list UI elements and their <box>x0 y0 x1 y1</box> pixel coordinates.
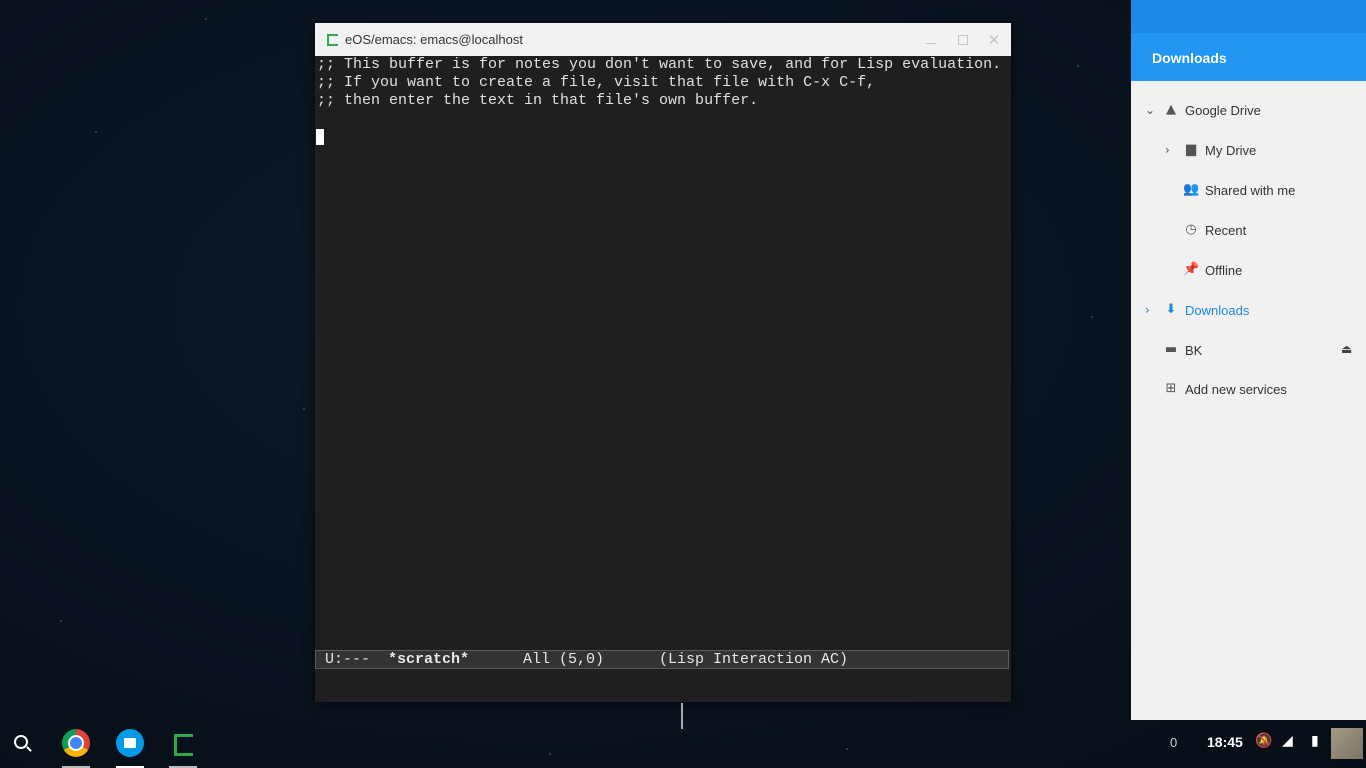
modeline-status: U:--- <box>325 651 371 668</box>
drive-icon: ▲ <box>1166 102 1176 117</box>
chevron-right-icon[interactable]: › <box>1145 303 1150 317</box>
chrome-icon <box>62 729 90 757</box>
battery-icon[interactable]: ▮ <box>1311 733 1319 749</box>
eject-icon[interactable]: ⏏ <box>1341 342 1352 356</box>
maximize-icon[interactable] <box>953 30 973 50</box>
folder-drive-icon: ▆ <box>1186 142 1196 157</box>
nav-item-recent[interactable]: ◷ Recent <box>1131 210 1366 250</box>
emacs-icon <box>174 734 193 756</box>
mode-line: U:--- *scratch* All (5,0) (Lisp Interact… <box>315 650 1009 669</box>
nav-item-label: Recent <box>1205 223 1247 238</box>
clock[interactable]: 18:45 <box>1207 734 1243 768</box>
desktop-speck <box>1091 316 1093 318</box>
download-icon: ⬇ <box>1165 302 1177 317</box>
pin-icon: 📌 <box>1183 262 1200 277</box>
desktop-speck <box>95 131 97 133</box>
modeline-buffer-name: *scratch* <box>388 651 470 668</box>
buffer-line: ;; then enter the text in that file's ow… <box>317 92 759 109</box>
nav-item-shared-with-me[interactable]: 👥 Shared with me <box>1131 170 1366 210</box>
minibuffer[interactable] <box>315 669 1011 702</box>
text-cursor <box>316 129 324 145</box>
desktop-speck <box>303 408 305 410</box>
people-icon: 👥 <box>1183 182 1200 197</box>
search-icon <box>14 735 28 749</box>
nav-item-add-new-services[interactable]: ⊞ Add new services <box>1131 369 1366 409</box>
avatar[interactable] <box>1331 728 1363 759</box>
buffer-line: ;; This buffer is for notes you don't wa… <box>317 56 1002 73</box>
nav-item-downloads[interactable]: › ⬇ Downloads <box>1131 290 1366 330</box>
files-app-panel[interactable]: Downloads ⌄ ▲ Google Drive › ▆ My Drive … <box>1131 0 1366 720</box>
nav-item-label: My Drive <box>1205 143 1257 158</box>
notifications-off-icon[interactable]: 🔕 <box>1255 733 1272 749</box>
files-header-title: Downloads <box>1131 33 1366 81</box>
launcher-button[interactable] <box>4 725 40 761</box>
window-title: eOS/emacs: emacs@localhost <box>345 32 523 47</box>
buffer-line: ;; If you want to create a file, visit t… <box>317 74 876 91</box>
plus-icon: ⊞ <box>1165 381 1177 396</box>
files-button[interactable] <box>112 725 148 768</box>
chevron-down-icon[interactable]: ⌄ <box>1145 103 1155 117</box>
files-topbar <box>1131 0 1366 33</box>
minimize-icon[interactable] <box>921 30 941 50</box>
nav-item-google-drive[interactable]: ⌄ ▲ Google Drive <box>1131 90 1366 130</box>
nav-item-label: Offline <box>1205 263 1243 278</box>
emacs-button[interactable] <box>165 725 201 768</box>
close-icon[interactable]: ✕ <box>984 30 1004 50</box>
nav-item-label: Google Drive <box>1185 103 1261 118</box>
window-titlebar[interactable]: eOS/emacs: emacs@localhost ✕ <box>315 23 1011 56</box>
desktop-speck <box>1077 65 1079 67</box>
clock-icon: ◷ <box>1185 222 1197 237</box>
desktop-speck <box>205 18 207 20</box>
files-icon <box>116 729 144 757</box>
nav-item-label: Downloads <box>1185 303 1250 318</box>
modeline-position: All (5,0) <box>523 651 605 668</box>
wifi-icon[interactable]: ◢ <box>1282 733 1293 749</box>
shelf: 0 18:45 🔕 ◢ ▮ <box>0 720 1366 768</box>
drive-usb-icon: ▬ <box>1164 342 1178 357</box>
emacs-app-icon <box>327 34 338 46</box>
nav-item-offline[interactable]: 📌 Offline <box>1131 250 1366 290</box>
scratch-buffer[interactable]: ;; This buffer is for notes you don't wa… <box>315 56 1011 650</box>
modeline-major-mode: (Lisp Interaction AC) <box>659 651 849 668</box>
notification-count[interactable]: 0 <box>1170 735 1177 768</box>
nav-item-bk[interactable]: ▬ BK ⏏ <box>1131 330 1366 370</box>
nav-item-my-drive[interactable]: › ▆ My Drive <box>1131 130 1366 170</box>
nav-item-label: BK <box>1185 343 1203 358</box>
nav-item-label: Add new services <box>1185 382 1287 397</box>
chevron-right-icon[interactable]: › <box>1165 143 1170 157</box>
chrome-button[interactable] <box>58 725 94 768</box>
nav-item-label: Shared with me <box>1205 183 1296 198</box>
desktop-speck <box>60 620 62 622</box>
emacs-window[interactable]: eOS/emacs: emacs@localhost ✕ ;; This buf… <box>315 23 1011 702</box>
